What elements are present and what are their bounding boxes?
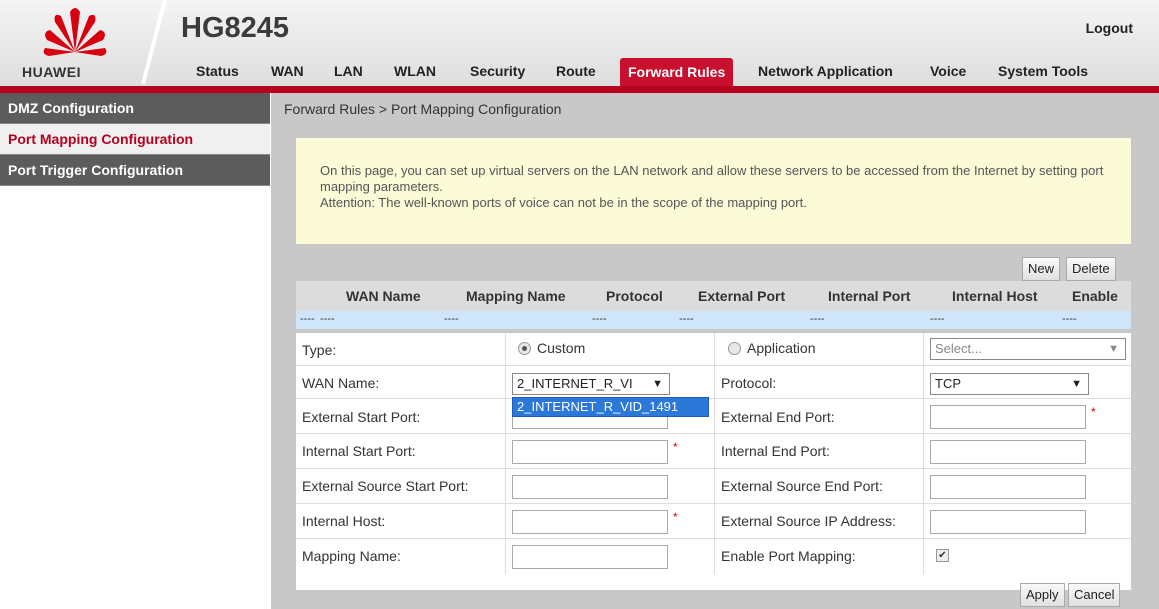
breadcrumb: Forward Rules > Port Mapping Configurati… — [284, 101, 562, 117]
internal-end-port-label: Internal End Port: — [721, 443, 830, 459]
notice-attention: Attention: The well-known ports of voice… — [320, 195, 807, 210]
apply-button[interactable]: Apply — [1020, 583, 1065, 607]
mapping-name-label: Mapping Name: — [302, 548, 401, 564]
protocol-select-value: TCP — [935, 376, 961, 391]
notice-text: On this page, you can set up virtual ser… — [320, 163, 1104, 194]
wan-name-select-value: 2_INTERNET_R_VI — [517, 376, 633, 391]
protocol-label: Protocol: — [721, 375, 777, 391]
wan-name-dropdown-option[interactable]: 2_INTERNET_R_VID_1491 — [512, 397, 709, 417]
nav-wan[interactable]: WAN — [271, 63, 304, 79]
enable-port-mapping-checkbox[interactable]: ✔ — [936, 549, 949, 562]
internal-host-label: Internal Host: — [302, 513, 386, 529]
model-name: HG8245 — [181, 12, 290, 44]
table-cell: ---- — [592, 313, 607, 325]
nav-voice[interactable]: Voice — [930, 63, 966, 79]
nav-lan[interactable]: LAN — [334, 63, 363, 79]
application-select-value: Select... — [935, 341, 982, 356]
nav-system-tools[interactable]: System Tools — [998, 63, 1088, 79]
nav-forward-rules[interactable]: Forward Rules — [620, 58, 734, 86]
required-marker: * — [673, 510, 678, 524]
notice-box: On this page, you can set up virtual ser… — [296, 138, 1131, 244]
table-cell: ---- — [320, 313, 335, 325]
required-marker: * — [1091, 405, 1096, 419]
internal-host-input[interactable] — [512, 510, 668, 534]
internal-start-port-label: Internal Start Port: — [302, 443, 416, 459]
nav-wlan[interactable]: WLAN — [394, 63, 436, 79]
new-button[interactable]: New — [1022, 257, 1061, 281]
nav-network-application[interactable]: Network Application — [758, 63, 893, 79]
main-content: Forward Rules > Port Mapping Configurati… — [271, 93, 1159, 609]
protocol-select[interactable]: TCP ▼ — [930, 373, 1089, 395]
mapping-name-input[interactable] — [512, 545, 668, 569]
nav-security[interactable]: Security — [470, 63, 525, 79]
chevron-down-icon: ▼ — [1108, 343, 1119, 355]
nav-route[interactable]: Route — [556, 63, 596, 79]
type-label: Type: — [302, 342, 337, 358]
sidebar: DMZ Configuration Port Mapping Configura… — [0, 93, 270, 609]
external-start-port-label: External Start Port: — [302, 409, 421, 425]
table-cell: ---- — [679, 313, 694, 325]
required-marker: * — [673, 440, 678, 454]
col-protocol: Protocol — [606, 288, 663, 304]
table-cell: ---- — [444, 313, 459, 325]
table-cell: ---- — [810, 313, 825, 325]
col-mapping-name: Mapping Name — [466, 288, 566, 304]
port-mapping-form: Type: Custom Application Select... ▼ WAN … — [296, 333, 1131, 590]
external-source-end-port-label: External Source End Port: — [721, 478, 883, 494]
wan-name-select[interactable]: 2_INTERNET_R_VI ▼ — [512, 373, 670, 395]
type-custom-label: Custom — [537, 340, 586, 356]
col-external-port: External Port — [698, 288, 786, 304]
external-source-ip-input[interactable] — [930, 510, 1086, 534]
nav-status[interactable]: Status — [196, 63, 239, 79]
internal-end-port-input[interactable] — [930, 440, 1086, 464]
table-cell: ---- — [300, 313, 315, 325]
header: HUAWEI HG8245 Logout Status WAN LAN WLAN… — [0, 0, 1159, 93]
col-internal-port: Internal Port — [828, 288, 911, 304]
external-source-start-port-label: External Source Start Port: — [302, 478, 469, 494]
chevron-down-icon: ▼ — [652, 378, 663, 390]
table-header: WAN Name Mapping Name Protocol External … — [296, 281, 1131, 311]
cancel-button[interactable]: Cancel — [1068, 583, 1121, 607]
col-wan-name: WAN Name — [346, 288, 421, 304]
external-source-ip-label: External Source IP Address: — [721, 513, 896, 529]
logout-link[interactable]: Logout — [1086, 20, 1133, 36]
delete-button[interactable]: Delete — [1066, 257, 1116, 281]
table-cell: ---- — [930, 313, 945, 325]
application-select[interactable]: Select... ▼ — [930, 338, 1126, 360]
main-nav: Status WAN LAN WLAN Security Route Forwa… — [0, 58, 1159, 86]
table-row[interactable]: ---- ---- ---- ---- ---- ---- ---- ---- — [296, 311, 1131, 329]
type-custom-radio[interactable] — [518, 342, 531, 355]
enable-port-mapping-label: Enable Port Mapping: — [721, 548, 856, 564]
checkmark-icon: ✔ — [938, 550, 947, 561]
external-end-port-input[interactable] — [930, 405, 1086, 429]
external-source-end-port-input[interactable] — [930, 475, 1086, 499]
type-application-radio[interactable] — [728, 342, 741, 355]
col-internal-host: Internal Host — [952, 288, 1038, 304]
nav-underline — [0, 86, 1159, 93]
sidebar-item-port-trigger[interactable]: Port Trigger Configuration — [0, 155, 270, 186]
wan-name-label: WAN Name: — [302, 375, 380, 391]
table-cell: ---- — [1062, 313, 1077, 325]
col-enable: Enable — [1072, 288, 1118, 304]
external-source-start-port-input[interactable] — [512, 475, 668, 499]
sidebar-item-dmz[interactable]: DMZ Configuration — [0, 93, 270, 124]
sidebar-item-port-mapping[interactable]: Port Mapping Configuration — [0, 124, 270, 155]
chevron-down-icon: ▼ — [1071, 378, 1082, 390]
external-end-port-label: External End Port: — [721, 409, 835, 425]
type-application-label: Application — [747, 340, 816, 356]
internal-start-port-input[interactable] — [512, 440, 668, 464]
